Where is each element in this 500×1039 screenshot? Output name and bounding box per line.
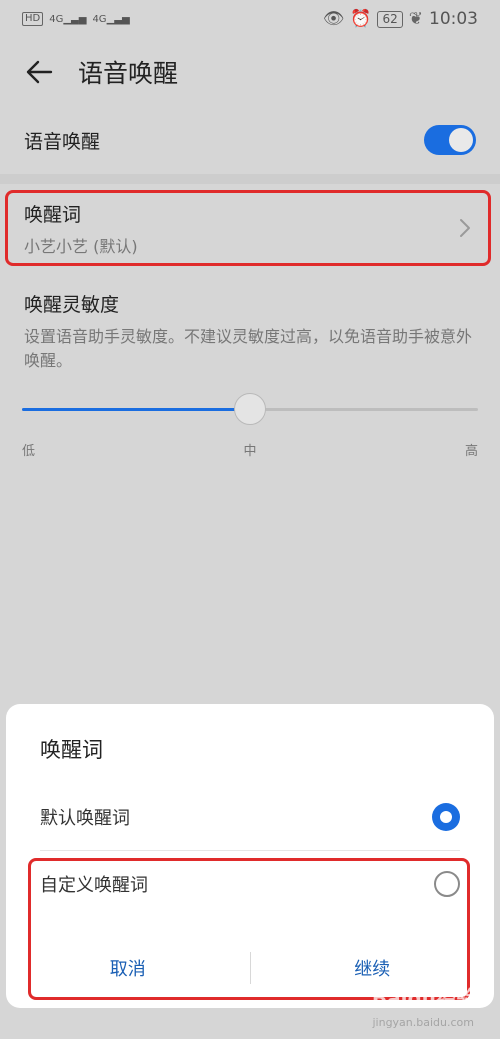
option-default-wake-word[interactable]: 默认唤醒词 bbox=[40, 797, 460, 837]
signal-icon-2: 4G▁▃▅ bbox=[92, 13, 130, 25]
option-divider bbox=[40, 850, 460, 851]
status-left: HD 4G▁▃▅ 4G▁▃▅ bbox=[22, 12, 130, 26]
radio-dot bbox=[440, 811, 452, 823]
battery-icon: 62 bbox=[377, 10, 403, 28]
annotation-highlight bbox=[28, 858, 470, 1000]
hd-icon: HD bbox=[22, 12, 44, 26]
eye-comfort-icon: 👁 bbox=[322, 9, 345, 29]
signal-icon-1: 4G▁▃▅ bbox=[49, 13, 87, 25]
slider-track-fill bbox=[22, 408, 250, 411]
alarm-icon: ⏰ bbox=[350, 9, 372, 29]
watermark-brand: Baidu经验 bbox=[371, 986, 476, 1010]
wake-word-title: 唤醒词 bbox=[24, 203, 82, 226]
sensitivity-description: 设置语音助手灵敏度。不建议灵敏度过高，以免语音助手被意外唤醒。 bbox=[24, 327, 473, 370]
back-arrow-icon bbox=[26, 60, 53, 84]
chevron-right-icon bbox=[460, 219, 470, 237]
slider-thumb[interactable] bbox=[234, 393, 266, 425]
dialog-title: 唤醒词 bbox=[40, 738, 103, 762]
wake-word-row[interactable]: 唤醒词 小艺小艺 (默认) bbox=[5, 190, 491, 266]
slider-ticks: 低 中 高 bbox=[22, 440, 478, 459]
watermark-url: jingyan.baidu.com bbox=[372, 1016, 474, 1029]
section-divider bbox=[0, 174, 500, 184]
voice-wake-toggle[interactable] bbox=[424, 125, 476, 155]
voice-wake-row[interactable]: 语音唤醒 bbox=[0, 106, 500, 174]
status-right: 👁 ⏰ 62 ❦ 10:03 bbox=[323, 9, 478, 29]
network-type-label-2: 4G bbox=[92, 13, 107, 25]
voice-wake-label: 语音唤醒 bbox=[24, 130, 101, 153]
status-bar: HD 4G▁▃▅ 4G▁▃▅ 👁 ⏰ 62 ❦ 10:03 bbox=[0, 0, 500, 38]
tick-mid: 中 bbox=[243, 444, 257, 459]
tick-low: 低 bbox=[22, 444, 36, 459]
wake-word-texts: 唤醒词 小艺小艺 (默认) bbox=[24, 200, 138, 257]
option-label: 默认唤醒词 bbox=[40, 808, 130, 829]
sensitivity-section: 唤醒灵敏度 设置语音助手灵敏度。不建议灵敏度过高，以免语音助手被意外唤醒。 bbox=[24, 290, 476, 373]
network-type-label-1: 4G bbox=[49, 13, 64, 25]
page-title: 语音唤醒 bbox=[78, 59, 179, 88]
leaf-icon: ❦ bbox=[408, 9, 423, 29]
radio-selected-icon[interactable] bbox=[432, 803, 460, 831]
sensitivity-slider[interactable] bbox=[22, 392, 478, 428]
back-button[interactable] bbox=[22, 55, 56, 89]
sensitivity-title: 唤醒灵敏度 bbox=[24, 294, 120, 316]
wake-word-value: 小艺小艺 (默认) bbox=[24, 236, 138, 256]
toggle-knob bbox=[449, 128, 473, 152]
tick-high: 高 bbox=[464, 444, 478, 459]
status-time: 10:03 bbox=[429, 9, 478, 29]
app-header: 语音唤醒 bbox=[0, 38, 500, 106]
